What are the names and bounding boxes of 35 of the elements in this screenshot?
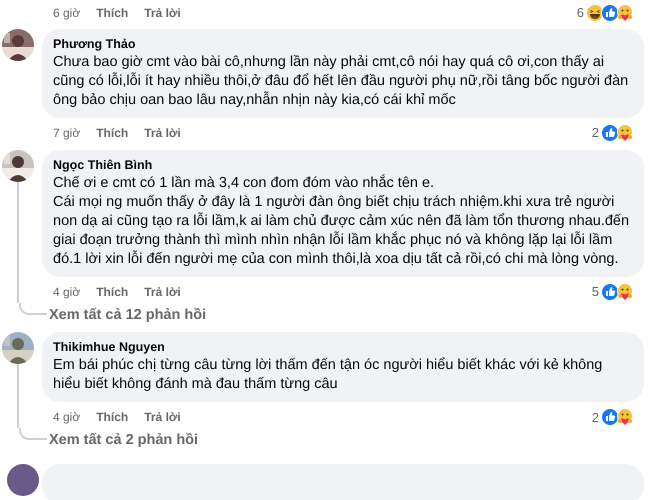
- comment-text: Chế ơi e cmt có 1 lần mà 3,4 con đom đóm vào nhắc tên e. Cái mọi ng muốn thấy ở đây là 1 người đàn ông biết chịu trách nhiệm.khi xưa trẻ người non dạ ai cũng tạo ra lỗi lầm,k ai làm chủ được cảm xúc nên đã làm tổn thương nhau.đến giai đoạn trưởng thành thì mình nhìn nhận lỗi lầm khắc phục nó và không lặp lại lỗi lầm đó.1 lời xin lỗi đến người mẹ của con mình thôi,là xoa dịu tất cả rồi,có chi mà lòng vòng.: [53, 174, 630, 268]
- hug-emoji-icon: [616, 124, 634, 142]
- reply-link[interactable]: Trả lời: [144, 282, 181, 300]
- like-link[interactable]: Thích: [96, 4, 128, 22]
- comment-text: Em bái phúc chị từng câu từng lời thấm đến tận óc người hiểu biết khác với kẻ không hiểu biết không đánh mà đau thấm từng câu: [53, 356, 604, 394]
- reaction-count: 2: [592, 408, 599, 426]
- like-icon: [601, 408, 619, 426]
- hug-emoji-icon: [616, 408, 634, 426]
- like-icon: [601, 4, 619, 22]
- like-link[interactable]: Thích: [96, 124, 128, 142]
- reply-link[interactable]: Trả lời: [144, 4, 181, 22]
- reaction-count: 5: [592, 282, 599, 301]
- like-icon: [601, 282, 619, 300]
- like-link[interactable]: Thích: [96, 408, 128, 426]
- hug-emoji-icon: [616, 282, 634, 300]
- hug-emoji-icon: [616, 4, 634, 22]
- reaction-count: 2: [592, 124, 599, 142]
- view-replies-link[interactable]: Xem tất cả 12 phản hồi: [49, 304, 206, 326]
- thread-line: [19, 428, 47, 440]
- comment-time: 7 giờ: [53, 124, 80, 142]
- author-name[interactable]: Ngọc Thiên Bình: [53, 156, 633, 174]
- like-link[interactable]: Thích: [96, 282, 128, 300]
- author-name[interactable]: Thikimhue Nguyen: [53, 338, 633, 356]
- like-icon: [601, 124, 619, 142]
- reaction-count: 6: [576, 4, 584, 22]
- comment-time: 4 giờ: [53, 284, 80, 300]
- thread-line: [19, 302, 47, 314]
- comment-time: 4 giờ: [53, 409, 80, 426]
- reply-link[interactable]: Trả lời: [144, 124, 181, 142]
- view-replies-link[interactable]: Xem tất cả 2 phản hồi: [49, 430, 198, 452]
- comment-text: Chưa bao giờ cmt vào bài cô,nhưng lần này phải cmt,cô nói hay quá cô ơi,con thấy ai cũng có lỗi,lỗi ít hay nhiều thôi,ở đâu đổ hết lên đầu người phụ nữ,rồi tâng bốc người đàn ông bảo chịu oan bao lâu nay,nhẫn nhịn này kia,có cái khỉ mốc: [53, 52, 630, 110]
- comment-time: 6 giờ: [53, 4, 80, 22]
- author-name[interactable]: Phương Thảo: [53, 34, 633, 52]
- reply-link[interactable]: Trả lời: [144, 408, 181, 426]
- avatar: [7, 464, 39, 496]
